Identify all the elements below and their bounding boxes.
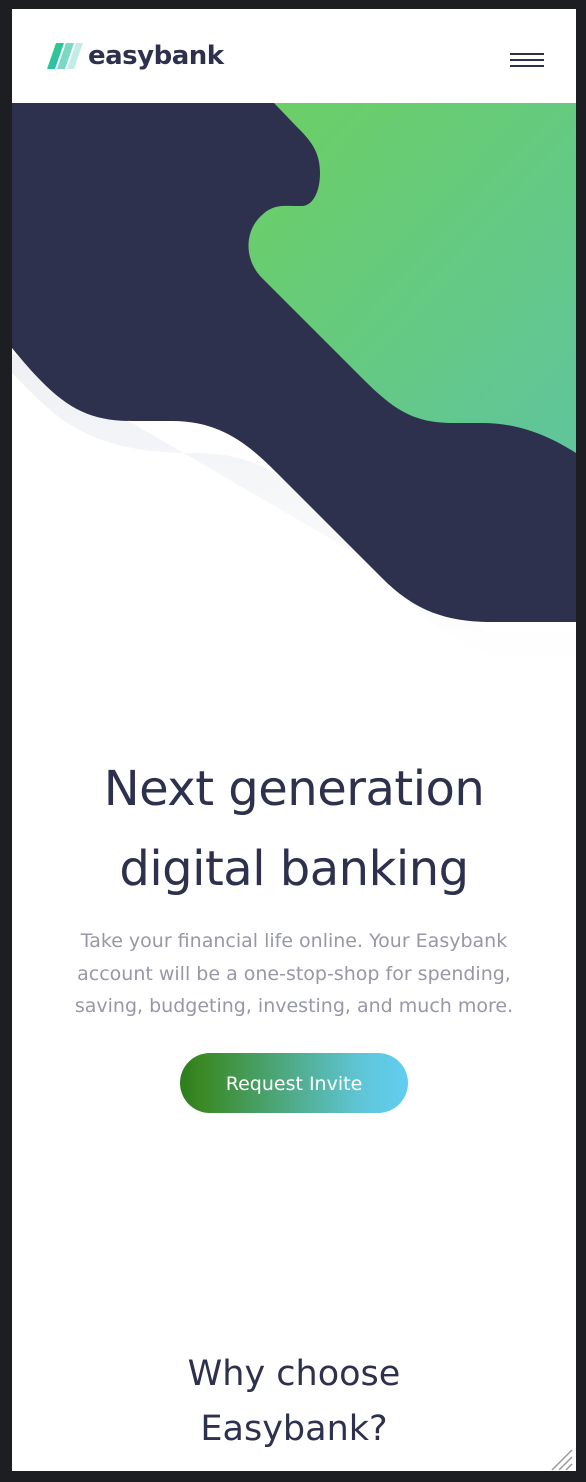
- brand-name: easybank: [88, 41, 224, 71]
- resize-grip-icon[interactable]: [548, 1446, 574, 1472]
- hero-description: Take your financial life online. Your Ea…: [74, 930, 514, 1017]
- logo[interactable]: easybank: [46, 41, 224, 71]
- hero-content: Next generation digital banking Take you…: [12, 749, 576, 1113]
- hero-title-line-2: digital banking: [119, 841, 469, 897]
- logo-mark-icon: [47, 43, 83, 69]
- site-header: easybank: [12, 9, 576, 103]
- request-invite-button[interactable]: Request Invite: [180, 1052, 408, 1113]
- why-title-line-2: Easybank?: [200, 1409, 388, 1449]
- why-title-line-1: Why choose: [187, 1354, 401, 1394]
- hero-illustration: [12, 103, 576, 663]
- why-choose-title: Why choose Easybank?: [12, 1347, 576, 1457]
- page: easybank Next generation digital banking: [12, 9, 576, 1471]
- hero-title-line-1: Next generation: [103, 761, 485, 817]
- hamburger-icon[interactable]: [510, 53, 544, 71]
- hero-title: Next generation digital banking: [59, 749, 529, 909]
